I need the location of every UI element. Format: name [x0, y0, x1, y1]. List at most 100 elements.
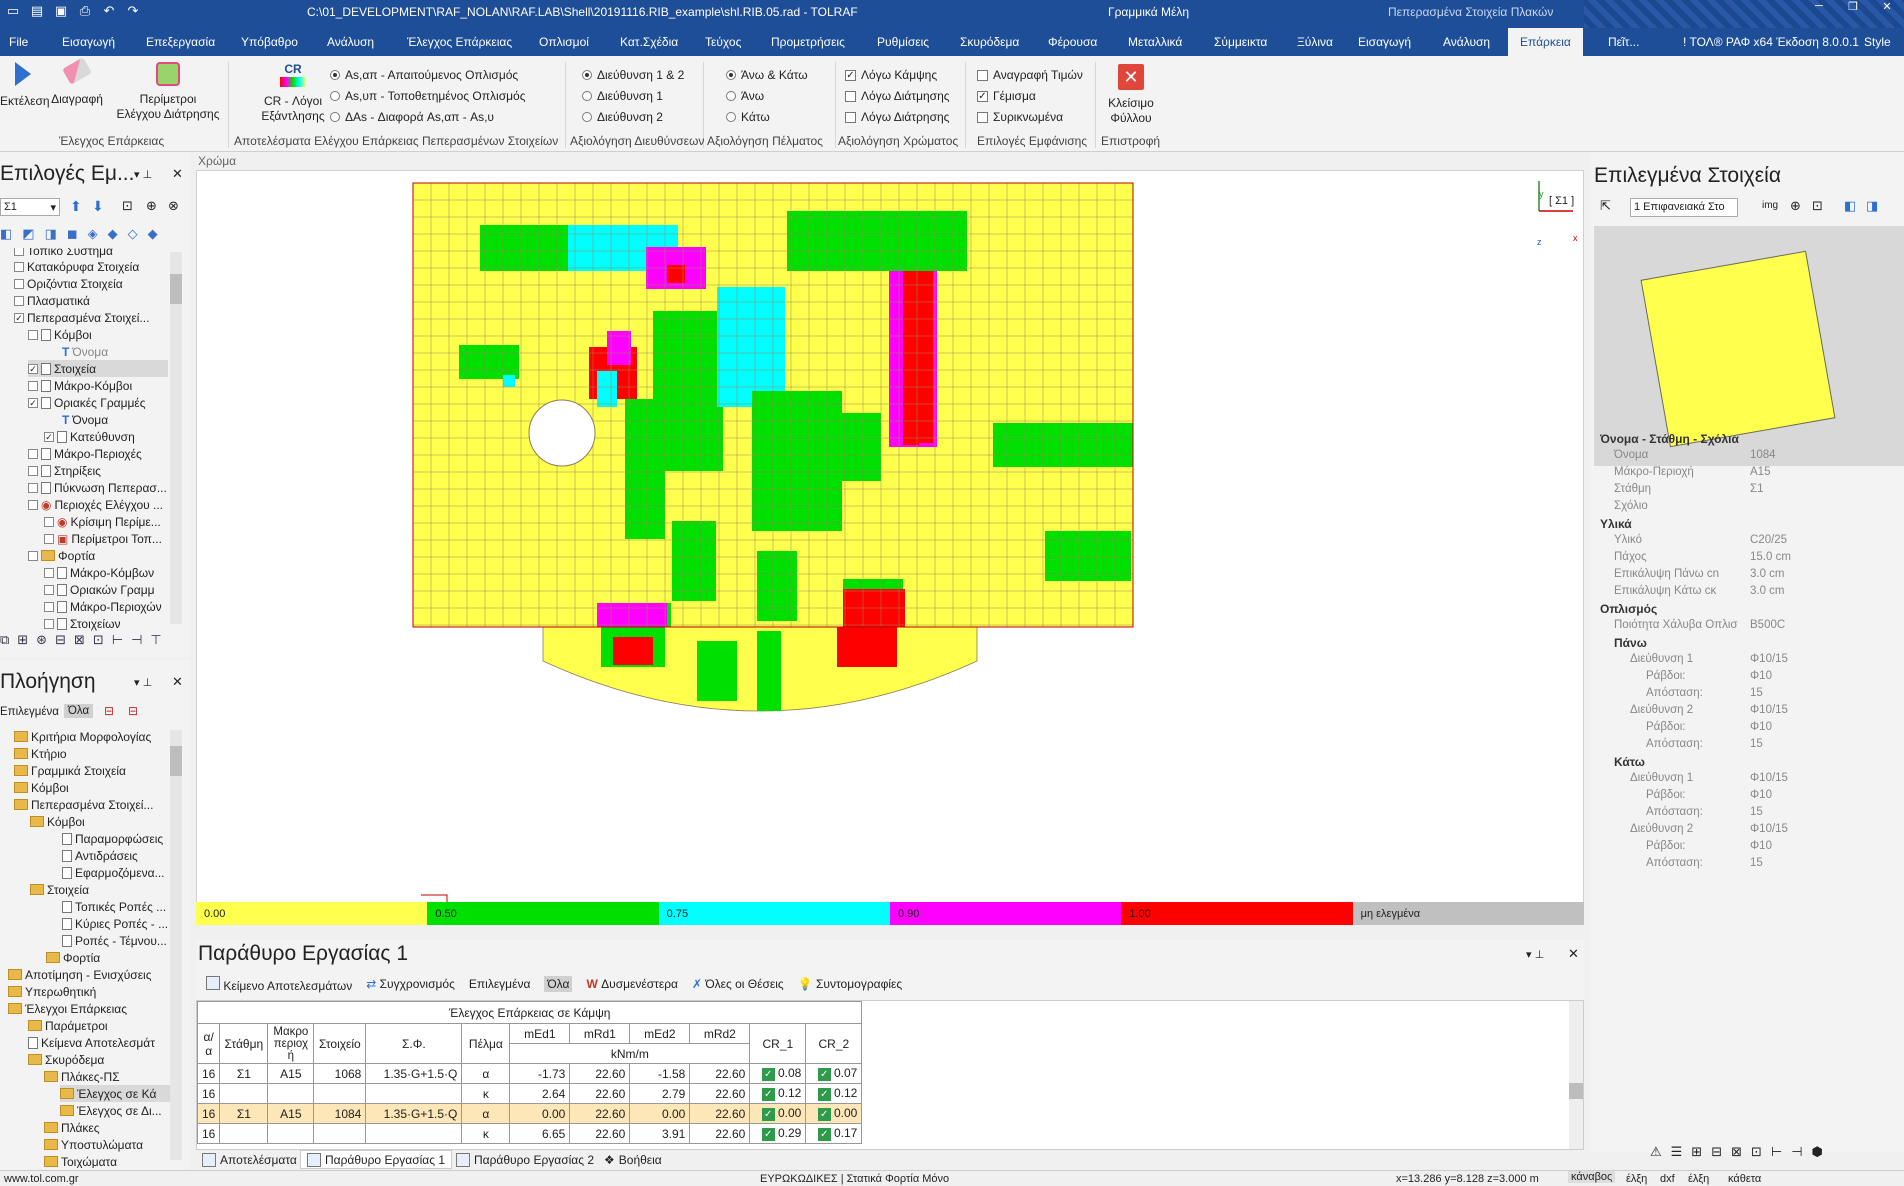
tree-row[interactable]: ✓ Κατεύθυνση	[44, 428, 135, 445]
menu-composite[interactable]: Σύμμεικτα	[1214, 35, 1267, 49]
menu-bearing[interactable]: Φέρουσα	[1048, 35, 1097, 49]
option-color-punching[interactable]: Λόγω Διάτρησης	[845, 110, 949, 124]
filter-selected[interactable]: Επιλεγμένα	[0, 706, 59, 718]
menu-adequacy-check[interactable]: Έλεγχος Επάρκειας	[407, 35, 512, 49]
tree-row[interactable]: Στοιχεία	[30, 881, 89, 898]
ortho-toggle[interactable]: κάθετα	[1728, 1173, 1761, 1185]
redo-icon[interactable]: ↷	[124, 2, 142, 20]
tree-row[interactable]: Έλεγχος σε Κά	[60, 1085, 172, 1102]
tree-row[interactable]: Σκυρόδεμα	[28, 1051, 104, 1068]
tree-row[interactable]: ✓ Οριακές Γραμμές	[28, 394, 146, 411]
zoom-in-icon[interactable]: ⊕	[1790, 198, 1801, 214]
tree-row[interactable]: Ροπές - Τέμνου...	[62, 932, 167, 949]
zoom-in-icon[interactable]: ⊕	[146, 198, 157, 214]
tree-row[interactable]: Οριζόντια Στοιχεία	[14, 275, 123, 292]
tree-row[interactable]: Εφαρμοζόμενα...	[62, 864, 165, 881]
table-row[interactable]: 16 Σ1 A15 1068 1.35·G+1.5·Q α -1.73 22.60 -1.58 2…	[197, 1063, 863, 1084]
menu-analysis[interactable]: Ανάλυση	[327, 35, 374, 49]
tree-row[interactable]: Παράμετροι	[28, 1017, 108, 1034]
sync-button[interactable]: ⇄ Συγχρονισμός	[366, 977, 455, 991]
tree-row[interactable]: Κτήριο	[14, 745, 67, 762]
option-show-values[interactable]: Αναγραφή Τιμών	[977, 68, 1083, 82]
option-direction-2[interactable]: Διεύθυνση 2	[582, 110, 663, 124]
tree-row[interactable]: Υποστυλώματα	[44, 1136, 143, 1153]
tree-row[interactable]: Στηρίξεις	[28, 462, 101, 479]
menu-file[interactable]: File	[9, 35, 28, 49]
tree-row[interactable]: Πύκνωση Πεπερασ...	[28, 479, 167, 496]
menu-reinforcement[interactable]: Οπλισμοί	[539, 35, 589, 49]
tree-row[interactable]: Φορτία	[28, 547, 95, 564]
zoom-extents-icon[interactable]: ⊗	[168, 198, 179, 214]
right-panel-toolbar[interactable]: ⚠☰⊞⊟⊠⊡⊢⊣⬢	[1650, 1144, 1900, 1162]
dxf-toggle[interactable]: dxf	[1660, 1173, 1675, 1185]
menu-quantities[interactable]: Προμετρήσεις	[771, 35, 845, 49]
tree-row[interactable]: Κατακόρυφα Στοιχεία	[14, 258, 139, 275]
menu-settings[interactable]: Ρυθμίσεις	[877, 35, 929, 49]
tree-row[interactable]: Κριτήρια Μορφολογίας	[14, 728, 151, 745]
menu-concrete[interactable]: Σκυρόδεμα	[960, 35, 1019, 49]
menu-background[interactable]: Υπόβαθρο	[241, 35, 298, 49]
panel-pin-icon[interactable]: ▾ ⊥	[134, 168, 152, 181]
tab-help[interactable]: ❖ Βοήθεια	[598, 1150, 668, 1169]
minimize-icon[interactable]: ─	[1802, 0, 1836, 14]
tree-row[interactable]: ◉ Περιοχές Ελέγχου ...	[28, 496, 163, 513]
all-positions-button[interactable]: ✗ Όλες οι Θέσεις	[692, 977, 784, 991]
tree-row[interactable]: T Όνομα	[62, 343, 108, 360]
tree-row[interactable]: Κύριες Ροπές - ...	[62, 915, 168, 932]
tree-row[interactable]: Πλάκες-ΠΣ	[44, 1068, 120, 1085]
3d-view-alt-icon[interactable]: ◨	[1866, 198, 1878, 214]
level-select[interactable]: Σ1 ▾	[0, 198, 60, 216]
tree-row[interactable]: Τοιχώματα	[44, 1153, 117, 1168]
tree-row[interactable]: Κείμενα Αποτελεσμάτ	[28, 1034, 155, 1051]
3d-view-icon[interactable]: ◧	[1844, 198, 1856, 214]
save-icon[interactable]: ▣	[52, 2, 70, 20]
close-window-icon[interactable]: ✕	[1870, 0, 1904, 14]
run-button[interactable]: Εκτέλεση	[0, 62, 50, 109]
tree-toolbar[interactable]: ⧉⊞⊛⊟⊠⊡⊢⊣⊤	[0, 632, 188, 650]
menu-adequacy[interactable]: Επάρκεια	[1508, 28, 1583, 56]
tab-work-window-2[interactable]: Παράθυρο Εργασίας 2	[450, 1150, 600, 1169]
nav-scrollbar[interactable]	[170, 730, 182, 1160]
image-button[interactable]: img	[1762, 200, 1778, 211]
tree-row[interactable]: T Όνομα	[62, 411, 108, 428]
menu-insert[interactable]: Εισαγωγή	[62, 35, 115, 49]
grid-toggle[interactable]: κάναβος	[1568, 1171, 1616, 1183]
option-fill[interactable]: ✓ Γέμισμα	[977, 89, 1036, 103]
option-direction-both[interactable]: Διεύθυνση 1 & 2	[582, 68, 684, 82]
tree-row[interactable]: Έλεγχος σε Δι...	[60, 1102, 162, 1119]
zoom-window-icon[interactable]: ⊡	[1812, 198, 1823, 214]
menu-timber[interactable]: Ξύλινα	[1297, 35, 1333, 49]
tree-row[interactable]: Φορτία	[46, 949, 100, 966]
select-icon[interactable]: ⇱	[1600, 198, 1618, 216]
option-color-bending[interactable]: ✓ Λόγω Κάμψης	[845, 68, 937, 82]
option-flange-bottom[interactable]: Κάτω	[726, 110, 770, 124]
tree-row[interactable]: Οριακών Γραμμ	[44, 581, 155, 598]
option-flange-top[interactable]: Άνω	[726, 89, 764, 103]
tell-me-search[interactable]: Πεῖτ...	[1608, 35, 1639, 49]
tree-row[interactable]: Κόμβοι	[30, 813, 85, 830]
tree-row[interactable]: ◉ Κρίσιμη Περίμε...	[44, 513, 161, 530]
tree-row[interactable]: Τοπικές Ροπές ...	[62, 898, 166, 915]
table-scrollbar[interactable]	[1569, 1001, 1583, 1149]
model-canvas[interactable]: [ Σ1 ] y z x	[196, 170, 1584, 925]
restore-icon[interactable]: ❐	[1836, 0, 1870, 14]
tree-row[interactable]: ▣ Περίμετροι Τοπ...	[44, 530, 162, 547]
tree-row[interactable]: ✓ Στοιχεία	[28, 360, 168, 377]
down-arrow-icon[interactable]: ⬇	[92, 198, 104, 215]
table-row[interactable]: 16 Σ1 A15 1084 1.35·G+1.5·Q α 0.00 22.60 0.00 22.…	[197, 1103, 863, 1124]
tree-row[interactable]: Κόμβοι	[14, 779, 69, 796]
open-folder-icon[interactable]: ▤	[28, 2, 46, 20]
tree-row[interactable]: Μάκρο-Κόμβοι	[28, 377, 132, 394]
cr-ratios-button[interactable]: CR CR - Λόγοι Εξάντλησης	[258, 62, 328, 124]
worst-case-button[interactable]: W Δυσμενέστερα	[586, 977, 678, 991]
punching-perimeters-button[interactable]: Περίμετροι Ελέγχου Διάτρησης	[112, 62, 224, 122]
tree-row[interactable]: ✓ Πεπερασμένα Στοιχεί...	[14, 309, 149, 326]
tree-row[interactable]: Γραμμικά Στοιχεία	[14, 762, 126, 779]
tree-row[interactable]: Αποτίμηση - Ενισχύσεις	[8, 966, 152, 983]
close-sheet-button[interactable]: ✕ Κλείσιμο Φύλλου	[1100, 64, 1162, 126]
menu-report[interactable]: Τεύχος	[705, 35, 741, 49]
option-as-difference[interactable]: ΔAs - Διαφορά As,απ - As,υ	[330, 110, 494, 124]
option-color-shear[interactable]: Λόγω Διάτμησης	[845, 89, 950, 103]
tree-row[interactable]: Πλασματικά	[14, 292, 90, 309]
element-type-select[interactable]: 1 Επιφανειακά Στο	[1630, 198, 1738, 217]
